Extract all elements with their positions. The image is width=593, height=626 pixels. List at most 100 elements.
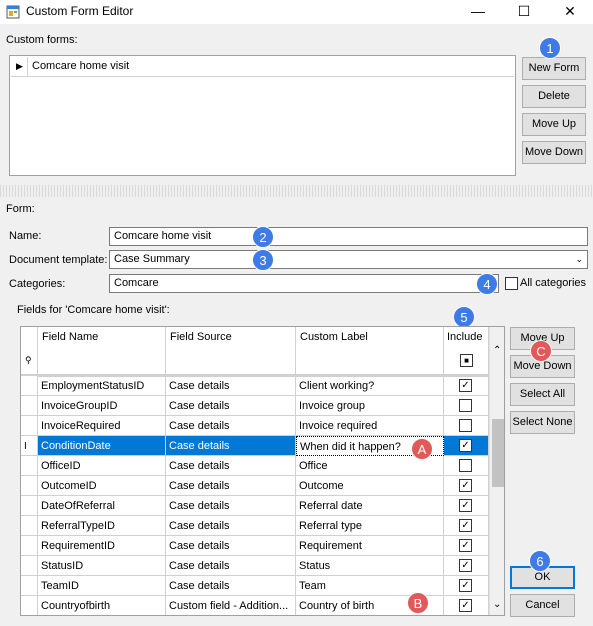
- annotation-badge-b: B: [407, 592, 429, 614]
- table-row[interactable]: EmploymentStatusID Case details Client wor…: [21, 376, 491, 396]
- include-checkbox[interactable]: ✓: [459, 519, 472, 532]
- minimize-button[interactable]: —: [455, 0, 501, 24]
- include-checkbox[interactable]: ✓: [459, 539, 472, 552]
- chevron-down-icon[interactable]: ⌄: [575, 251, 583, 268]
- table-row[interactable]: InvoiceRequired Case details Invoice requi…: [21, 416, 491, 436]
- field-source-cell[interactable]: Case details: [166, 536, 296, 556]
- include-checkbox[interactable]: ✓: [459, 379, 472, 392]
- maximize-button[interactable]: ☐: [501, 0, 547, 24]
- close-button[interactable]: ✕: [547, 0, 593, 24]
- field-name-cell[interactable]: StatusID: [38, 556, 166, 576]
- annotation-badge-1: 1: [539, 37, 561, 59]
- move-down-form-button[interactable]: Move Down: [522, 141, 586, 164]
- field-source-cell[interactable]: Case details: [166, 476, 296, 496]
- table-row[interactable]: DateOfReferral Case details Referral date ✓: [21, 496, 491, 516]
- custom-label-cell[interactable]: Invoice group: [296, 396, 444, 416]
- custom-label-cell[interactable]: Status: [296, 556, 444, 576]
- custom-label-cell[interactable]: Invoice required: [296, 416, 444, 436]
- new-form-button[interactable]: New Form: [522, 57, 586, 80]
- name-input[interactable]: Comcare home visit: [109, 227, 588, 246]
- include-all-checkbox[interactable]: ■: [460, 354, 473, 367]
- field-source-cell[interactable]: Case details: [166, 456, 296, 476]
- select-all-button[interactable]: Select All: [510, 383, 575, 406]
- field-source-cell[interactable]: Case details: [166, 576, 296, 596]
- row-header[interactable]: [21, 516, 38, 536]
- field-name-cell[interactable]: InvoiceGroupID: [38, 396, 166, 416]
- row-header[interactable]: [21, 376, 38, 396]
- field-name-cell[interactable]: OfficeID: [38, 456, 166, 476]
- field-name-cell[interactable]: OutcomeID: [38, 476, 166, 496]
- field-source-cell[interactable]: Case details: [166, 556, 296, 576]
- field-source-cell[interactable]: Custom field - Addition...: [166, 596, 296, 615]
- field-name-cell[interactable]: DateOfReferral: [38, 496, 166, 516]
- row-header[interactable]: [21, 596, 38, 615]
- include-checkbox[interactable]: ✓: [459, 479, 472, 492]
- table-row[interactable]: InvoiceGroupID Case details Invoice group: [21, 396, 491, 416]
- field-source-cell[interactable]: Case details: [166, 496, 296, 516]
- row-header[interactable]: [21, 556, 38, 576]
- column-header-custom-label[interactable]: Custom Label: [296, 327, 444, 375]
- table-row[interactable]: ReferralTypeID Case details Referral type ✓: [21, 516, 491, 536]
- categories-input[interactable]: Comcare: [109, 274, 499, 293]
- row-header[interactable]: [21, 396, 38, 416]
- fields-grid[interactable]: ⚲ Field Name Field Source Custom Label I…: [20, 326, 505, 616]
- document-template-label: Document template:: [9, 254, 108, 266]
- custom-forms-label: Custom forms:: [6, 34, 78, 46]
- field-name-cell[interactable]: InvoiceRequired: [38, 416, 166, 436]
- window-title: Custom Form Editor: [26, 4, 134, 18]
- include-checkbox[interactable]: ✓: [459, 599, 472, 612]
- field-name-cell[interactable]: EmploymentStatusID: [38, 376, 166, 396]
- field-name-cell[interactable]: ReferralTypeID: [38, 516, 166, 536]
- custom-label-cell[interactable]: Referral date: [296, 496, 444, 516]
- include-checkbox[interactable]: ✓: [459, 499, 472, 512]
- delete-button[interactable]: Delete: [522, 85, 586, 108]
- grid-scrollbar[interactable]: ⌃ ⌄: [489, 327, 504, 615]
- field-source-cell[interactable]: Case details: [166, 516, 296, 536]
- field-name-cell[interactable]: TeamID: [38, 576, 166, 596]
- row-header[interactable]: [21, 536, 38, 556]
- include-checkbox[interactable]: ✓: [459, 579, 472, 592]
- all-categories-checkbox[interactable]: [505, 277, 518, 290]
- field-name-cell[interactable]: RequirementID: [38, 536, 166, 556]
- scroll-thumb[interactable]: [492, 419, 504, 487]
- row-header[interactable]: I: [21, 436, 38, 456]
- field-name-cell[interactable]: ConditionDate: [38, 436, 166, 456]
- include-checkbox[interactable]: ✓: [459, 439, 472, 452]
- include-checkbox[interactable]: [459, 459, 472, 472]
- row-header[interactable]: [21, 456, 38, 476]
- column-header-field-name[interactable]: Field Name: [38, 327, 166, 375]
- field-name-cell[interactable]: Countryofbirth: [38, 596, 166, 615]
- custom-forms-list[interactable]: ▶ Comcare home visit: [9, 55, 516, 176]
- custom-label-cell[interactable]: Client working?: [296, 376, 444, 396]
- table-row[interactable]: OutcomeID Case details Outcome ✓: [21, 476, 491, 496]
- scroll-down-icon[interactable]: ⌄: [493, 599, 501, 610]
- field-source-cell[interactable]: Case details: [166, 436, 296, 456]
- custom-label-cell[interactable]: Referral type: [296, 516, 444, 536]
- list-item[interactable]: ▶ Comcare home visit: [11, 57, 514, 77]
- custom-label-cell[interactable]: Outcome: [296, 476, 444, 496]
- splitter[interactable]: [0, 185, 593, 197]
- annotation-badge-6: 6: [529, 550, 551, 572]
- row-header[interactable]: [21, 476, 38, 496]
- row-header[interactable]: [21, 576, 38, 596]
- field-source-cell[interactable]: Case details: [166, 416, 296, 436]
- row-header[interactable]: [21, 416, 38, 436]
- column-header-field-source[interactable]: Field Source: [166, 327, 296, 375]
- include-cell: [444, 396, 489, 416]
- filter-icon[interactable]: ⚲: [25, 355, 32, 366]
- scroll-up-icon[interactable]: ⌃: [493, 345, 501, 356]
- select-none-button[interactable]: Select None: [510, 411, 575, 434]
- column-header-include[interactable]: Include: [444, 327, 489, 375]
- field-source-cell[interactable]: Case details: [166, 376, 296, 396]
- include-checkbox[interactable]: [459, 399, 472, 412]
- table-row[interactable]: StatusID Case details Status ✓: [21, 556, 491, 576]
- custom-label-cell[interactable]: Requirement: [296, 536, 444, 556]
- row-header[interactable]: [21, 496, 38, 516]
- document-template-select[interactable]: Case Summary ⌄: [109, 250, 588, 269]
- field-source-cell[interactable]: Case details: [166, 396, 296, 416]
- table-row[interactable]: RequirementID Case details Requirement ✓: [21, 536, 491, 556]
- include-checkbox[interactable]: [459, 419, 472, 432]
- move-up-form-button[interactable]: Move Up: [522, 113, 586, 136]
- include-checkbox[interactable]: ✓: [459, 559, 472, 572]
- cancel-button[interactable]: Cancel: [510, 594, 575, 617]
